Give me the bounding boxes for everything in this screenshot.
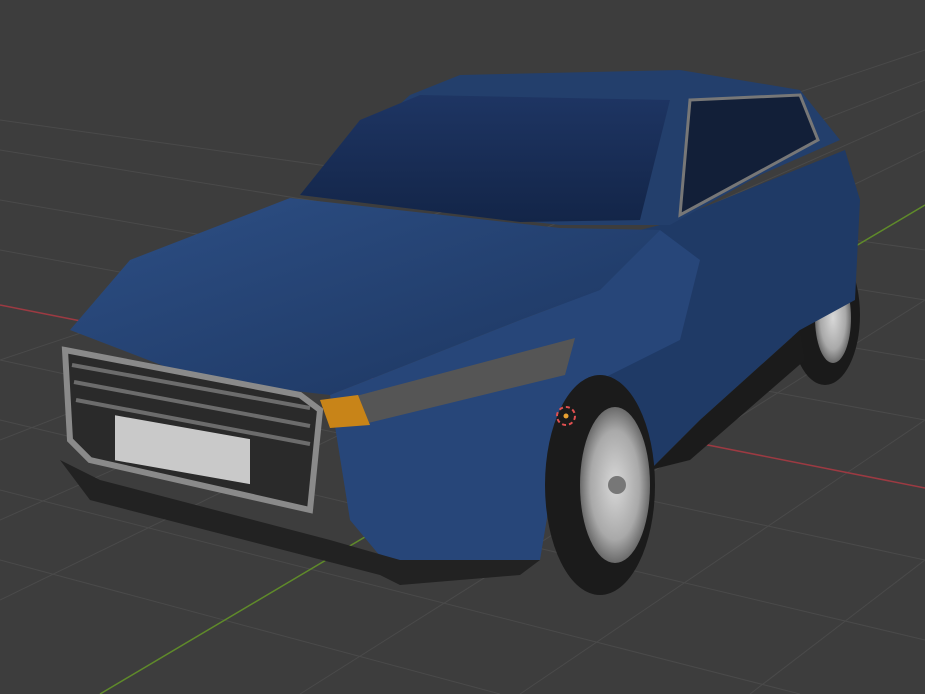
windshield [300,95,670,222]
viewport-canvas[interactable] [0,0,925,694]
car-model[interactable] [60,70,860,595]
front-hub [608,476,626,494]
3d-viewport[interactable] [0,0,925,694]
